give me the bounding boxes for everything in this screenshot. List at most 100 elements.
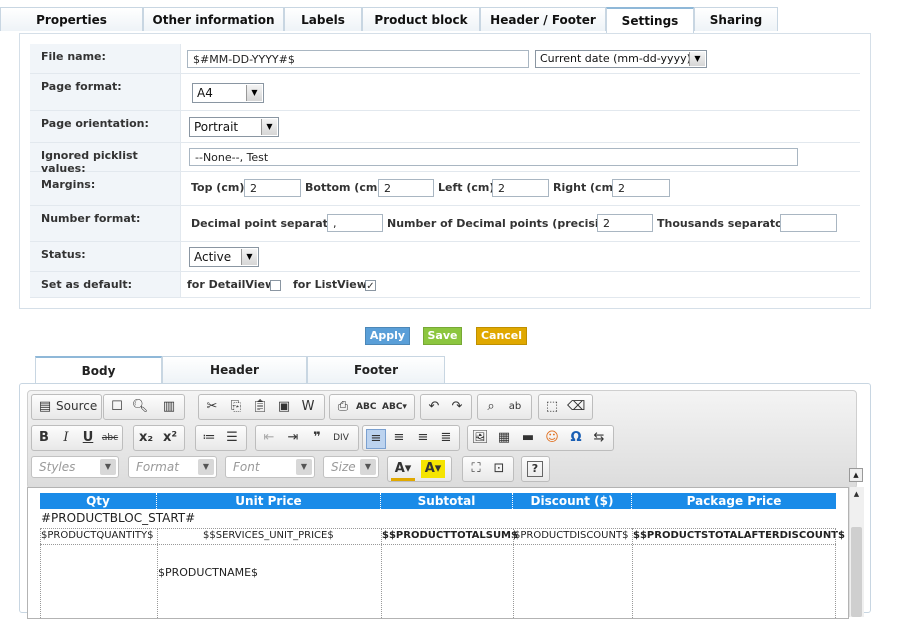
table-header-unit-price: Unit Price xyxy=(157,493,381,509)
table-border xyxy=(381,528,382,618)
bloc-start-text: #PRODUCTBLOC_START# xyxy=(41,511,196,525)
clipboard-group: ✂ ⎘ 📋︎ ▣ W xyxy=(198,394,325,420)
margin-bottom-input[interactable]: 2 xyxy=(378,179,434,197)
blockquote-icon[interactable]: ❞ xyxy=(308,429,326,447)
insert-group: 🖼︎ ▦ ▬ ☺ Ω ⇆ xyxy=(467,425,614,451)
status-select[interactable]: Active ▼ xyxy=(189,247,259,267)
bold-icon[interactable]: B xyxy=(35,429,53,447)
tab-body[interactable]: Body xyxy=(35,356,162,383)
font-combo[interactable]: Font ▼ xyxy=(225,456,315,478)
paste-icon[interactable]: 📋︎ xyxy=(251,398,269,416)
tab-other-information[interactable]: Other information xyxy=(143,7,284,31)
listview-label: for ListView xyxy=(293,278,367,291)
listview-checkbox[interactable]: ✓ xyxy=(365,280,376,292)
save-button[interactable]: Save xyxy=(423,327,462,345)
underline-icon[interactable]: U xyxy=(79,429,97,447)
cell-quantity: $PRODUCTQUANTITY$ xyxy=(41,530,154,541)
copy-icon[interactable]: ⎘ xyxy=(227,398,245,416)
detailview-checkbox[interactable] xyxy=(270,280,281,291)
tab-settings[interactable]: Settings xyxy=(606,7,694,34)
div-container-icon[interactable]: DIV xyxy=(332,429,350,447)
thousands-separator-input[interactable] xyxy=(780,214,837,232)
print-icon[interactable]: ⎙ xyxy=(334,398,352,416)
find-icon[interactable]: ⌕ xyxy=(482,398,500,416)
text-color-icon[interactable]: A▾ xyxy=(391,460,415,481)
scroll-thumb[interactable] xyxy=(851,527,862,617)
paste-text-icon[interactable]: ▣ xyxy=(275,398,293,416)
decimal-points-label: Number of Decimal points (precision) xyxy=(387,217,620,230)
align-left-icon[interactable]: ≡ xyxy=(366,429,386,449)
source-button[interactable]: Source xyxy=(56,399,97,413)
spellcheck-icon[interactable]: ABC xyxy=(356,398,376,416)
justify-icon[interactable]: ≣ xyxy=(437,429,455,447)
page-format-select[interactable]: A4 ▼ xyxy=(192,83,264,103)
styles-combo[interactable]: Styles ▼ xyxy=(31,456,119,478)
new-page-icon[interactable]: ☐ xyxy=(108,398,126,416)
margin-right-input[interactable]: 2 xyxy=(612,179,670,197)
preview-icon[interactable]: 🔍︎ xyxy=(131,398,149,416)
undo-icon[interactable]: ↶ xyxy=(425,398,443,416)
decimal-separator-input[interactable]: , xyxy=(327,214,383,232)
smiley-icon[interactable]: ☺ xyxy=(543,429,561,447)
spell-as-you-type-icon[interactable]: ABC▾ xyxy=(382,398,407,416)
background-color-icon[interactable]: A▾ xyxy=(421,460,445,478)
chevron-down-icon: ▼ xyxy=(241,249,257,265)
align-right-icon[interactable]: ≡ xyxy=(414,429,432,447)
tab-labels[interactable]: Labels xyxy=(284,7,362,31)
cancel-button[interactable]: Cancel xyxy=(476,327,527,345)
tab-footer[interactable]: Footer xyxy=(307,356,445,383)
scroll-up-icon[interactable]: ▲ xyxy=(851,489,862,499)
chevron-down-icon: ▼ xyxy=(100,459,116,475)
margins-label: Margins: xyxy=(30,172,181,205)
page-orientation-label: Page orientation: xyxy=(30,111,181,142)
superscript-icon[interactable]: x² xyxy=(161,429,179,447)
margin-top-input[interactable]: 2 xyxy=(244,179,301,197)
cut-icon[interactable]: ✂ xyxy=(203,398,221,416)
collapse-toolbar-icon[interactable]: ▲ xyxy=(849,468,863,482)
align-center-icon[interactable]: ≡ xyxy=(390,429,408,447)
templates-icon[interactable]: ▥ xyxy=(160,398,178,416)
tab-sharing[interactable]: Sharing xyxy=(694,7,778,31)
special-char-icon[interactable]: Ω xyxy=(567,429,585,447)
format-combo[interactable]: Format ▼ xyxy=(128,456,217,478)
table-border xyxy=(632,528,633,618)
script-group: x₂ x² xyxy=(133,425,185,451)
paste-word-icon[interactable]: W xyxy=(299,398,317,416)
image-icon[interactable]: 🖼︎ xyxy=(471,429,489,447)
maximize-icon[interactable]: ⛶ xyxy=(467,460,485,478)
help-icon[interactable]: ? xyxy=(527,461,543,477)
file-name-select[interactable]: Current date (mm-dd-yyyy) ▼ xyxy=(535,50,707,68)
strikethrough-icon[interactable]: abc xyxy=(101,429,119,447)
outdent-icon[interactable]: ⇤ xyxy=(260,429,278,447)
tab-product-block[interactable]: Product block xyxy=(362,7,480,31)
margin-left-input[interactable]: 2 xyxy=(492,179,549,197)
apply-button[interactable]: Apply xyxy=(365,327,410,345)
table-icon[interactable]: ▦ xyxy=(495,429,513,447)
table-border xyxy=(40,528,41,618)
rich-text-editor: ▤ Source ☐ 🔍︎ ▥ ✂ ⎘ 📋︎ ▣ W ⎙ ABC ABC▾ ↶ … xyxy=(19,383,871,619)
page-orientation-select[interactable]: Portrait ▼ xyxy=(189,117,279,137)
bulleted-list-icon[interactable]: ☰ xyxy=(223,429,241,447)
horizontal-rule-icon[interactable]: ▬ xyxy=(519,429,537,447)
tab-properties[interactable]: Properties xyxy=(0,7,143,31)
italic-icon[interactable]: I xyxy=(57,429,75,447)
indent-icon[interactable]: ⇥ xyxy=(284,429,302,447)
redo-icon[interactable]: ↷ xyxy=(448,398,466,416)
ignored-picklist-input[interactable]: --None--, Test xyxy=(189,148,798,166)
tab-header[interactable]: Header xyxy=(162,356,307,383)
replace-icon[interactable]: ab xyxy=(506,398,524,416)
tab-header-footer[interactable]: Header / Footer xyxy=(480,7,606,31)
decimal-points-input[interactable]: 2 xyxy=(597,214,653,232)
row-margins: Margins: Top (cm) 2 Bottom (cm) 2 Left (… xyxy=(30,172,860,206)
margin-top-label: Top (cm) xyxy=(191,181,245,194)
show-blocks-icon[interactable]: ⊡ xyxy=(490,460,508,478)
select-all-icon[interactable]: ⬚ xyxy=(543,398,561,416)
editor-content[interactable]: Qty Unit Price Subtotal Discount ($) Pac… xyxy=(27,487,849,619)
page-break-icon[interactable]: ⇆ xyxy=(590,429,608,447)
numbered-list-icon[interactable]: ≔ xyxy=(200,429,218,447)
file-name-input[interactable]: $#MM-DD-YYYY#$ xyxy=(187,50,529,68)
size-combo[interactable]: Size ▼ xyxy=(323,456,379,478)
editor-scrollbar[interactable]: ▲ xyxy=(849,487,864,617)
subscript-icon[interactable]: x₂ xyxy=(137,429,155,447)
remove-format-icon[interactable]: ⌫ xyxy=(567,398,585,416)
